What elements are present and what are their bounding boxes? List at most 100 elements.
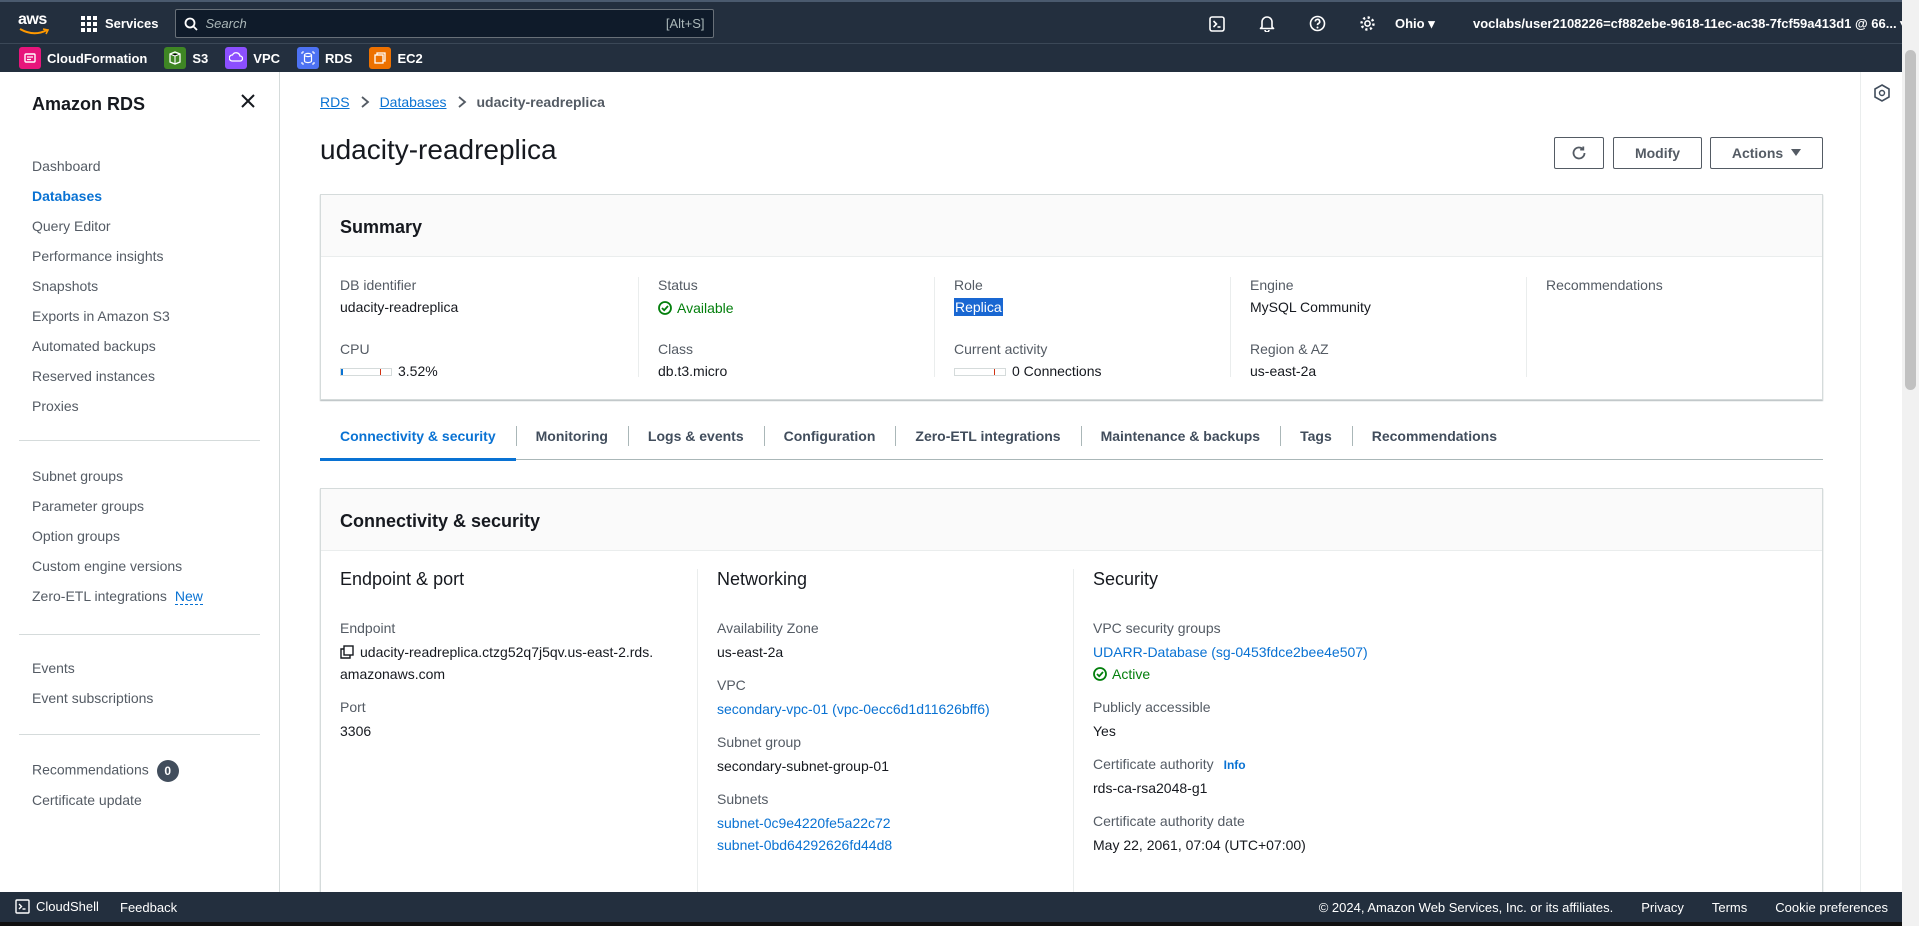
copy-icon[interactable] (340, 645, 354, 659)
sidebar-divider (19, 734, 260, 735)
help-icon[interactable] (1292, 2, 1342, 45)
sidebar-item-query-editor[interactable]: Query Editor (32, 218, 111, 234)
refresh-button[interactable] (1554, 137, 1604, 169)
activity-label: Current activity (954, 341, 1048, 357)
summary-header: Summary (321, 195, 1822, 257)
status-text: Available (677, 300, 734, 316)
activity-value: 0 Connections (954, 363, 1230, 381)
subnet-link-1[interactable]: subnet-0c9e4220fe5a22c72 (717, 812, 1073, 834)
services-button[interactable]: Services (81, 15, 159, 32)
region-az-value: us-east-2a (1250, 363, 1317, 379)
subnet-link-2[interactable]: subnet-0bd64292626fd44d8 (717, 834, 1073, 856)
terms-link[interactable]: Terms (1712, 900, 1747, 915)
cloudshell-icon[interactable] (1192, 2, 1242, 45)
recommendations-count-badge: 0 (156, 760, 179, 782)
ca-label-text: Certificate authority (1093, 756, 1214, 772)
actions-button[interactable]: Actions (1710, 137, 1823, 169)
favorite-ec2[interactable]: EC2 (369, 47, 423, 69)
sidebar-item-proxies[interactable]: Proxies (32, 398, 79, 414)
sidebar-item-automated-backups[interactable]: Automated backups (32, 338, 156, 354)
scrollbar-thumb[interactable] (1905, 50, 1916, 390)
actions-label: Actions (1731, 145, 1784, 161)
detail-tabs: Connectivity & security Monitoring Logs … (320, 412, 1823, 461)
sidebar-item-recommendations[interactable]: Recommendations 0 (32, 760, 179, 782)
terminal-icon (15, 899, 30, 914)
favorite-s3[interactable]: S3 (164, 47, 208, 69)
sidebar-item-custom-engine-versions[interactable]: Custom engine versions (32, 558, 182, 574)
tab-tags[interactable]: Tags (1280, 412, 1352, 460)
favorite-rds[interactable]: RDS (297, 47, 352, 69)
page-scrollbar[interactable] (1902, 0, 1919, 926)
publicly-accessible-label: Publicly accessible (1093, 699, 1211, 715)
sidebar-item-event-subscriptions[interactable]: Event subscriptions (32, 690, 153, 706)
hexagon-help-panel-icon[interactable] (1874, 84, 1890, 105)
tab-recommendations[interactable]: Recommendations (1351, 412, 1517, 460)
sidebar-item-databases[interactable]: Databases (32, 188, 102, 204)
favorite-label: S3 (192, 50, 209, 66)
vpc-link[interactable]: secondary-vpc-01 (vpc-0ecc6d1d11626bff6) (717, 698, 1073, 720)
settings-gear-icon[interactable] (1342, 2, 1392, 45)
sidebar-title: Amazon RDS (32, 94, 146, 114)
sidebar-item-option-groups[interactable]: Option groups (32, 528, 120, 544)
feedback-link[interactable]: Feedback (120, 900, 177, 915)
privacy-link[interactable]: Privacy (1641, 900, 1684, 915)
breadcrumb-rds[interactable]: RDS (320, 94, 350, 110)
tab-connectivity-security[interactable]: Connectivity & security (320, 412, 516, 461)
certificate-authority-label: Certificate authority Info (1093, 756, 1449, 772)
cpu-value: 3.52% (340, 363, 630, 381)
favorite-label: CloudFormation (47, 50, 148, 66)
rds-icon (297, 47, 320, 69)
connectivity-security-card: Connectivity & security Endpoint & port … (320, 488, 1823, 909)
security-group-link[interactable]: UDARR-Database (sg-0453fdce2bee4e507) (1093, 641, 1449, 663)
sidebar-item-performance-insights[interactable]: Performance insights (32, 248, 164, 264)
endpoint-port-section: Endpoint & port Endpoint udacity-readrep… (340, 569, 696, 742)
tab-monitoring[interactable]: Monitoring (515, 412, 628, 460)
summary-col-recommendations: Recommendations (1526, 277, 1822, 377)
sidebar-item-certificate-update[interactable]: Certificate update (32, 792, 142, 808)
port-label: Port (340, 699, 366, 715)
favorite-vpc[interactable]: VPC (225, 47, 280, 69)
close-icon[interactable] (241, 94, 255, 111)
class-value: db.t3.micro (658, 363, 728, 379)
tab-logs-events[interactable]: Logs & events (627, 412, 764, 460)
notifications-bell-icon[interactable] (1242, 2, 1292, 45)
search-box[interactable]: [Alt+S] (174, 9, 714, 38)
favorite-label: EC2 (397, 50, 423, 66)
networking-title: Networking (717, 569, 808, 589)
cloudshell-button[interactable]: CloudShell (15, 899, 99, 914)
sidebar-item-exports-s3[interactable]: Exports in Amazon S3 (32, 308, 170, 324)
search-input[interactable] (205, 16, 666, 31)
recommendations-label: Recommendations (1546, 277, 1663, 293)
status-value: Available (658, 299, 934, 317)
sidebar-divider (19, 634, 260, 635)
tab-zero-etl[interactable]: Zero-ETL integrations (895, 412, 1080, 460)
region-label: Ohio (1395, 16, 1425, 31)
breadcrumb-databases[interactable]: Databases (380, 94, 447, 110)
sidebar-item-label: Zero-ETL integrations (32, 588, 167, 604)
sidebar-item-snapshots[interactable]: Snapshots (32, 278, 98, 294)
vpc-icon (225, 47, 248, 69)
ca-date-label: Certificate authority date (1093, 813, 1245, 829)
favorite-cloudformation[interactable]: CloudFormation (19, 47, 147, 69)
cookie-preferences-link[interactable]: Cookie preferences (1775, 900, 1888, 915)
tab-configuration[interactable]: Configuration (763, 412, 896, 460)
sidebar-item-zero-etl[interactable]: Zero-ETL integrations New (32, 588, 203, 605)
caret-down-icon (1791, 149, 1802, 156)
cpu-percent: 3.52% (398, 363, 438, 379)
favorite-label: RDS (325, 50, 353, 66)
info-link[interactable]: Info (1224, 758, 1246, 772)
search-icon (184, 17, 198, 31)
sidebar-item-parameter-groups[interactable]: Parameter groups (32, 498, 144, 514)
aws-logo[interactable]: aws (17, 10, 53, 38)
tab-maintenance-backups[interactable]: Maintenance & backups (1080, 412, 1281, 460)
sidebar-item-dashboard[interactable]: Dashboard (32, 158, 101, 174)
main-content: RDS Databases udacity-readreplica udacit… (281, 72, 1902, 909)
modify-button[interactable]: Modify (1613, 137, 1702, 169)
summary-col-status: Status Available Class db.t3.micro (638, 277, 934, 379)
region-selector[interactable]: Ohio ▾ (1395, 16, 1435, 32)
sidebar-item-reserved-instances[interactable]: Reserved instances (32, 368, 155, 384)
account-menu[interactable]: voclabs/user2108226=cf882ebe-9618-11ec-a… (1473, 16, 1907, 32)
security-section: Security VPC security groups UDARR-Datab… (1073, 569, 1449, 909)
sidebar-item-events[interactable]: Events (32, 660, 75, 676)
sidebar-item-subnet-groups[interactable]: Subnet groups (32, 468, 123, 484)
